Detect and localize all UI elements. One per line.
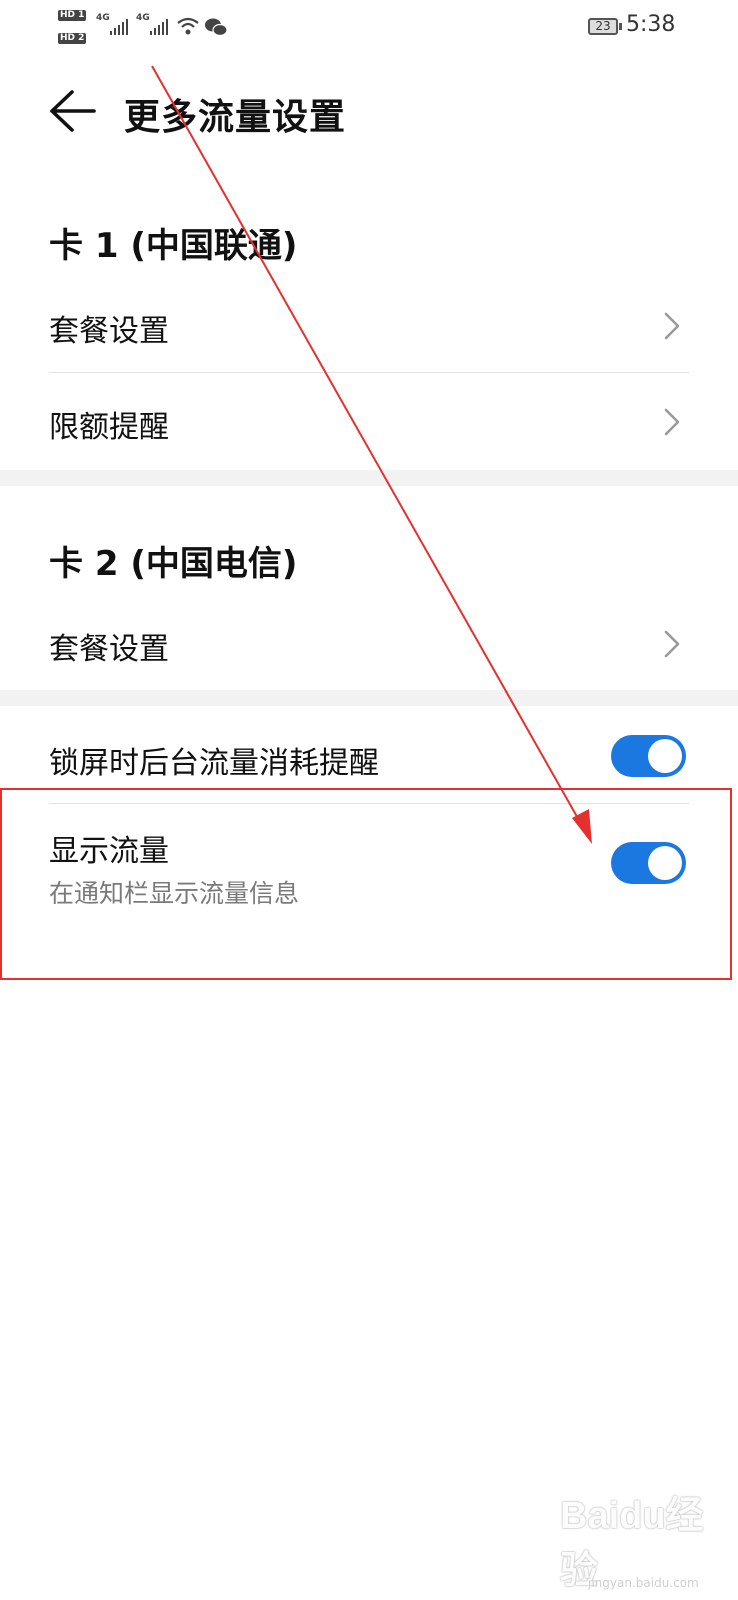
battery-icon: 23 bbox=[588, 18, 618, 35]
row-label: 限额提醒 bbox=[49, 410, 169, 445]
section-separator bbox=[0, 470, 738, 486]
wifi-icon bbox=[177, 17, 199, 35]
section-heading-card2: 卡 2 (中国电信) bbox=[49, 544, 298, 584]
network-type-2: 4G bbox=[136, 13, 150, 23]
clock: 5:38 bbox=[626, 12, 676, 37]
wechat-icon bbox=[205, 18, 228, 37]
divider bbox=[49, 803, 689, 804]
divider bbox=[49, 372, 689, 373]
row-label: 显示流量 bbox=[49, 834, 169, 869]
arrow-left-icon[interactable] bbox=[46, 86, 100, 136]
row-label: 锁屏时后台流量消耗提醒 bbox=[49, 746, 379, 781]
chevron-right-icon bbox=[664, 630, 680, 658]
status-bar: HD 1 HD 2 4G 4G 23 5:38 bbox=[0, 0, 738, 56]
show-traffic-toggle[interactable] bbox=[611, 842, 686, 884]
battery-cap bbox=[619, 23, 622, 30]
card2-plan-settings[interactable]: 套餐设置 bbox=[0, 606, 738, 686]
toggle-knob bbox=[648, 739, 682, 773]
watermark-url: jingyan.baidu.com bbox=[588, 1576, 699, 1590]
lockscreen-reminder-toggle[interactable] bbox=[611, 735, 686, 777]
row-description: 在通知栏显示流量信息 bbox=[49, 879, 300, 908]
sim2-badge: HD 2 bbox=[58, 33, 87, 44]
chevron-right-icon bbox=[664, 408, 680, 436]
toggle-knob bbox=[648, 846, 682, 880]
signal-icon bbox=[150, 19, 168, 35]
section-heading-card1: 卡 1 (中国联通) bbox=[49, 226, 298, 266]
card1-plan-settings[interactable]: 套餐设置 bbox=[0, 290, 738, 370]
lockscreen-reminder-row[interactable]: 锁屏时后台流量消耗提醒 bbox=[0, 720, 738, 800]
row-label: 套餐设置 bbox=[49, 632, 169, 667]
show-traffic-row[interactable]: 显示流量 在通知栏显示流量信息 bbox=[0, 810, 738, 920]
section-separator bbox=[0, 690, 738, 706]
row-label: 套餐设置 bbox=[49, 314, 169, 349]
chevron-right-icon bbox=[664, 312, 680, 340]
signal-icon bbox=[110, 19, 128, 35]
network-type-1: 4G bbox=[96, 13, 110, 23]
sim1-badge: HD 1 bbox=[58, 10, 87, 21]
page-title: 更多流量设置 bbox=[124, 97, 347, 138]
card1-quota-reminder[interactable]: 限额提醒 bbox=[0, 386, 738, 466]
